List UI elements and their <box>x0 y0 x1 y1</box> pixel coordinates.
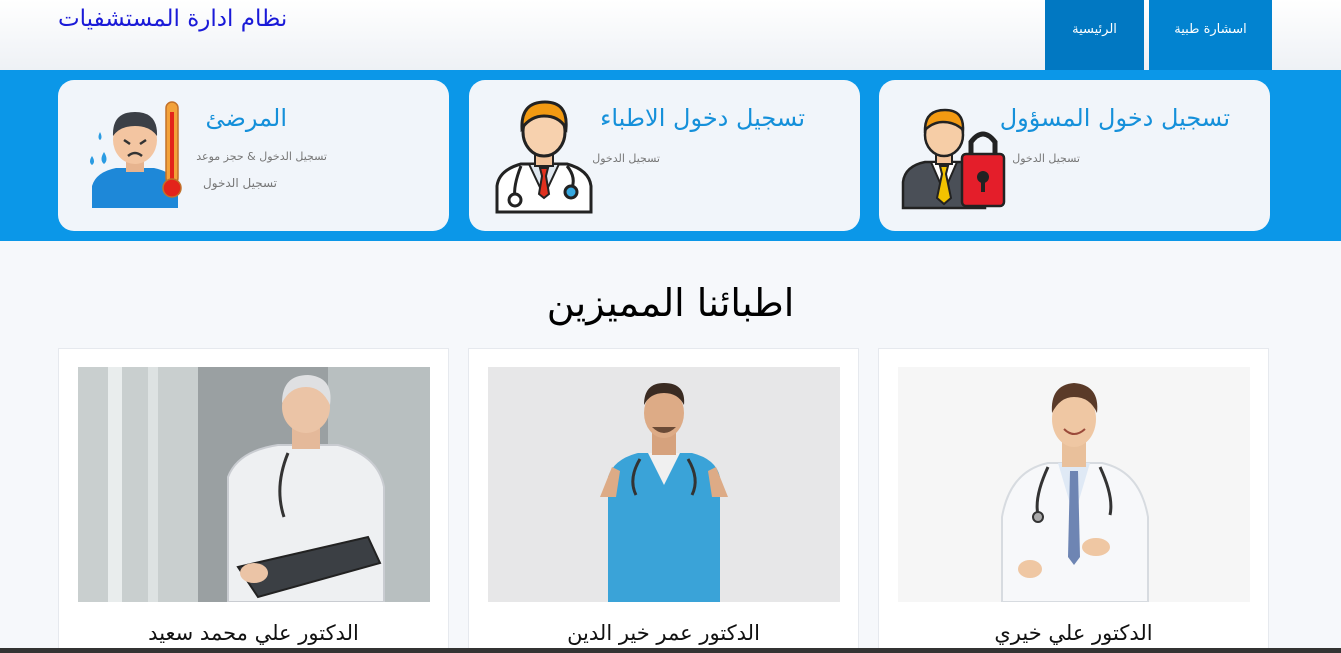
doctor-card[interactable]: الدكتور عمر خير الدين <box>468 348 859 653</box>
patient-card[interactable]: المرضئ تسجيل الدخول & حجز موعد تسجيل الد… <box>58 80 449 231</box>
doctor-icon <box>495 100 593 214</box>
doctor-name[interactable]: الدكتور علي خيري <box>879 621 1268 645</box>
site-brand[interactable]: نظام ادارة المستشفيات <box>58 6 287 32</box>
bottom-bar <box>0 648 1341 653</box>
doctor-photo <box>898 367 1250 602</box>
admin-login-card[interactable]: تسجيل دخول المسؤول تسجيل الدخول <box>879 80 1270 231</box>
doctor-photo <box>78 367 430 602</box>
login-band: تسجيل دخول المسؤول تسجيل الدخول تسجيل دخ… <box>0 70 1341 241</box>
admin-login-link[interactable]: تسجيل الدخول <box>1012 152 1080 165</box>
top-header: نظام ادارة المستشفيات الرئيسية اسشارة طب… <box>0 0 1341 70</box>
nav-home-button[interactable]: الرئيسية <box>1045 0 1144 70</box>
admin-login-title[interactable]: تسجيل دخول المسؤول <box>1000 104 1230 132</box>
sick-patient-icon <box>90 101 182 208</box>
doctor-login-link[interactable]: تسجيل الدخول <box>592 152 660 165</box>
doctor-name[interactable]: الدكتور علي محمد سعيد <box>59 621 448 645</box>
doctor-login-title[interactable]: تسجيل دخول الاطباء <box>600 104 805 132</box>
patient-book-link[interactable]: تسجيل الدخول & حجز موعد <box>196 150 327 163</box>
patient-title[interactable]: المرضئ <box>206 104 287 132</box>
doctor-photo <box>488 367 840 602</box>
admin-lock-icon <box>901 108 1006 210</box>
doctor-login-card[interactable]: تسجيل دخول الاطباء تسجيل الدخول <box>469 80 860 231</box>
doctor-card[interactable]: الدكتور علي خيري <box>878 348 1269 653</box>
featured-doctors-title: اطبائنا المميزين <box>546 281 795 325</box>
doctor-name[interactable]: الدكتور عمر خير الدين <box>469 621 858 645</box>
patient-login-link[interactable]: تسجيل الدخول <box>203 176 277 190</box>
doctor-card[interactable]: الدكتور علي محمد سعيد <box>58 348 449 653</box>
nav-consultation-button[interactable]: اسشارة طبية <box>1149 0 1272 70</box>
